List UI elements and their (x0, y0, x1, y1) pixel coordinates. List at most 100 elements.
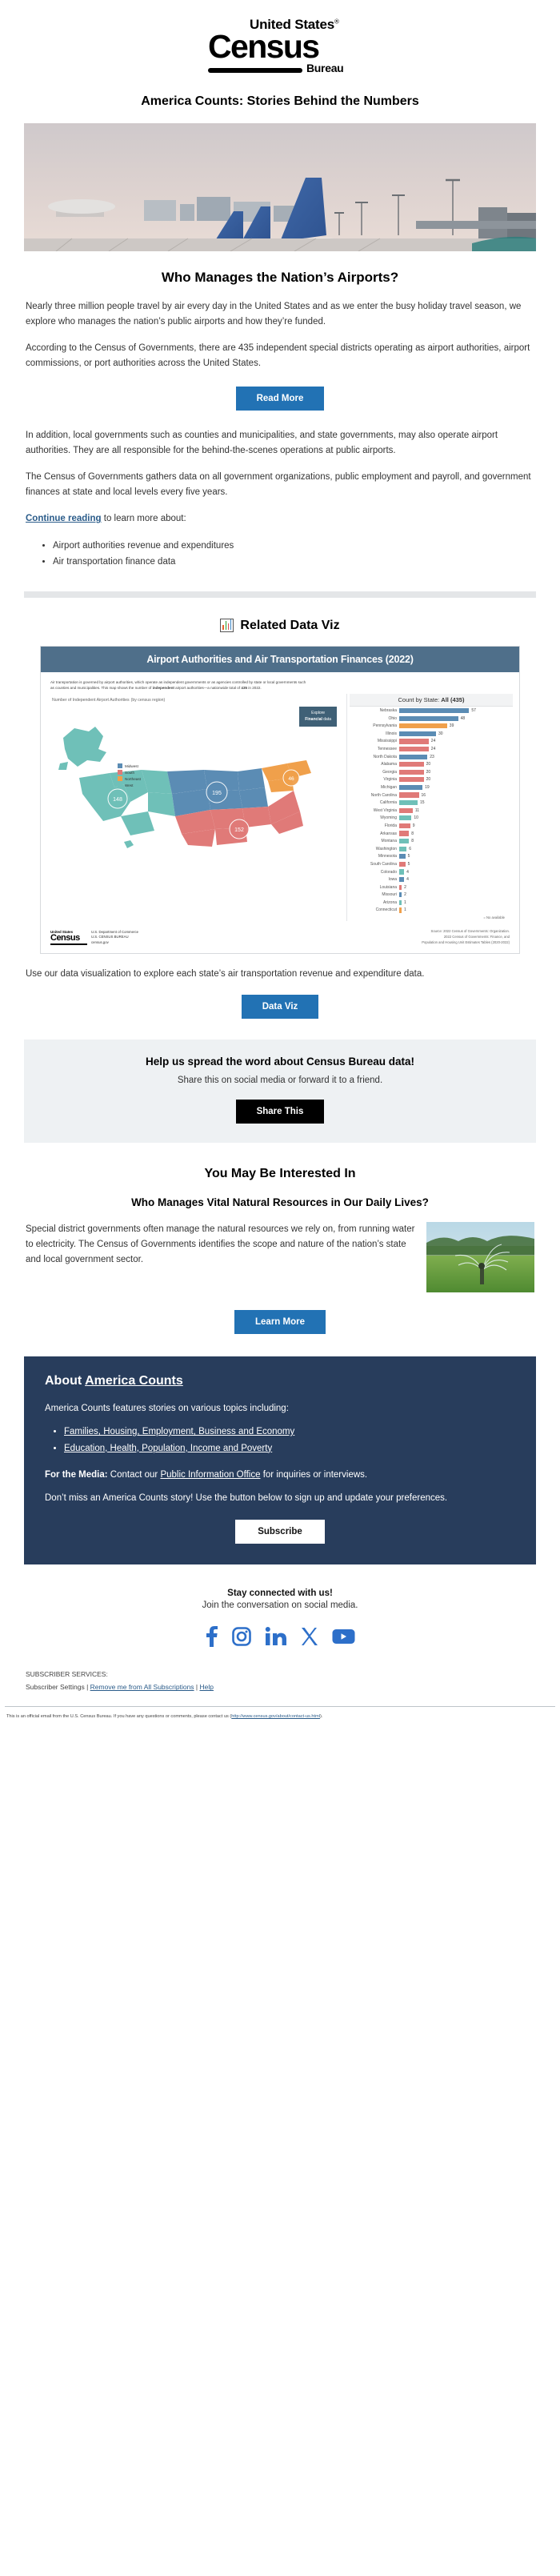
table-row[interactable]: West Virginia 11 (350, 807, 513, 815)
youtube-icon[interactable] (332, 1628, 355, 1645)
table-row[interactable]: Alabama 20 (350, 760, 513, 768)
about-topic-link[interactable]: Families, Housing, Employment, Business … (64, 1427, 294, 1436)
state-bar-chart[interactable]: Count by State: All (435) Nebraska 57 Ohio… (346, 694, 513, 921)
subscribe-button[interactable]: Subscribe (235, 1520, 325, 1544)
state-bar-list: Nebraska 57 Ohio 48 Pennsylvania 39 Illinois 30… (350, 707, 513, 914)
x-twitter-icon[interactable] (301, 1627, 318, 1646)
bar-fill (399, 892, 402, 898)
facebook-icon[interactable] (205, 1626, 218, 1648)
bar-fill (399, 854, 406, 859)
table-row[interactable]: Florida 9 (350, 822, 513, 830)
subscriber-settings-link[interactable]: Subscriber Settings (26, 1683, 85, 1691)
bar-track: 23 (399, 754, 513, 759)
table-row[interactable]: Colorado 4 (350, 868, 513, 876)
bar-track: 8 (399, 839, 513, 844)
bar-value: 10 (414, 815, 418, 821)
us-choropleth-map[interactable]: 148 195 46 152 Midwest South Northeast W… (47, 704, 343, 856)
stay-connected-subtitle: Join the conversation on social media. (202, 1600, 358, 1611)
table-row[interactable]: Pennsylvania 39 (350, 722, 513, 730)
data-viz-card[interactable]: Airport Authorities and Air Transportati… (40, 645, 520, 954)
bar-state-label: South Carolina (370, 861, 397, 867)
bar-value: 5 (407, 854, 410, 859)
bar-value: 1 (404, 899, 406, 905)
remove-subscriptions-link[interactable]: Remove me from All Subscriptions (90, 1683, 194, 1691)
bar-fill (399, 754, 428, 759)
table-row[interactable]: North Carolina 16 (350, 791, 513, 799)
table-row[interactable]: Arkansas 8 (350, 830, 513, 838)
table-row[interactable]: Minnesota 5 (350, 853, 513, 861)
table-row[interactable]: California 15 (350, 799, 513, 807)
instagram-icon[interactable] (232, 1627, 251, 1646)
table-row[interactable]: Virginia 20 (350, 776, 513, 784)
bar-track: 9 (399, 823, 513, 829)
table-row[interactable]: Montana 8 (350, 837, 513, 845)
bar-state-label: Pennsylvania (373, 723, 397, 729)
bar-state-label: Missouri (382, 892, 397, 898)
bar-state-label: Tennessee (377, 747, 397, 752)
explore-financial-data-button[interactable]: Explore Financial data (299, 707, 337, 727)
bar-track: 30 (399, 731, 513, 736)
bar-fill (399, 762, 424, 767)
bar-track: 24 (399, 746, 513, 752)
about-america-counts-link[interactable]: America Counts (85, 1374, 183, 1388)
bar-value: 16 (421, 792, 426, 798)
bar-value: 5 (407, 861, 410, 867)
bar-state-label: Connecticut (375, 907, 397, 913)
bar-track: 1 (399, 899, 513, 905)
help-link[interactable]: Help (200, 1683, 214, 1691)
table-row[interactable]: Illinois 30 (350, 730, 513, 738)
list-item: Education, Health, Population, Income an… (64, 1440, 515, 1457)
public-information-office-link[interactable]: Public Information Office (160, 1470, 260, 1480)
table-row[interactable]: North Dakota 23 (350, 753, 513, 761)
bar-track: 19 (399, 784, 513, 791)
bar-value: 24 (430, 739, 436, 744)
table-row[interactable]: Tennessee 24 (350, 745, 513, 753)
read-more-button[interactable]: Read More (235, 387, 325, 411)
table-row[interactable]: South Carolina 5 (350, 860, 513, 868)
bar-track: 24 (399, 739, 513, 744)
linkedin-icon[interactable] (265, 1627, 287, 1646)
map-panel[interactable]: Number of Independent Airport Authoritie… (47, 694, 343, 921)
bar-value: 20 (426, 769, 431, 775)
table-row[interactable]: Washington 6 (350, 845, 513, 853)
bar-value: 4 (406, 877, 409, 883)
table-row[interactable]: Connecticut 1 (350, 907, 513, 915)
table-row[interactable]: Wyoming 10 (350, 815, 513, 823)
table-row[interactable]: Georgia 20 (350, 768, 513, 776)
about-title: About America Counts (45, 1373, 183, 1388)
contact-us-link[interactable]: http://www.census.gov/about/contact-us.h… (231, 1714, 320, 1719)
table-row[interactable]: Iowa 4 (350, 875, 513, 883)
table-row[interactable]: Louisiana 2 (350, 883, 513, 891)
bar-track: 5 (399, 854, 513, 859)
subscriber-services-links: Subscriber Settings | Remove me from All… (26, 1683, 214, 1692)
table-row[interactable]: Mississippi 24 (350, 738, 513, 746)
logo-bureau-word: Bureau (306, 61, 344, 74)
bar-value: 30 (438, 731, 443, 736)
table-row[interactable]: Ohio 48 (350, 715, 513, 723)
logo-census-word: Census (208, 28, 320, 65)
bar-chart-icon (220, 619, 234, 633)
bar-state-label: Minnesota (378, 854, 397, 859)
learn-more-button[interactable]: Learn More (234, 1309, 326, 1334)
about-intro: America Counts features stories on vario… (45, 1403, 289, 1413)
data-viz-button[interactable]: Data Viz (241, 994, 319, 1019)
about-block: About America Counts America Counts feat… (24, 1356, 536, 1565)
table-row[interactable]: Nebraska 57 (350, 707, 513, 715)
bar-track: 8 (399, 831, 513, 836)
bar-value: 11 (414, 807, 420, 813)
bar-fill (399, 777, 424, 783)
census-bureau-logo: United States® Census Bureau (208, 18, 352, 74)
map-title-sub: (by census region) (130, 698, 166, 703)
map-legend: Midwest South Northeast West (118, 763, 141, 789)
bar-fill (399, 792, 419, 798)
table-row[interactable]: Michigan 19 (350, 783, 513, 791)
continue-reading-link[interactable]: Continue reading (26, 514, 102, 523)
table-row[interactable]: Arizona 1 (350, 899, 513, 907)
about-topic-link[interactable]: Education, Health, Population, Income an… (64, 1444, 272, 1453)
bar-state-label: Virginia (383, 777, 397, 783)
about-topics-list: Families, Housing, Employment, Business … (45, 1424, 515, 1456)
table-row[interactable]: Missouri 2 (350, 891, 513, 899)
share-this-button[interactable]: Share This (235, 1099, 325, 1124)
registered-mark: ® (334, 18, 339, 26)
bar-fill (399, 715, 458, 721)
